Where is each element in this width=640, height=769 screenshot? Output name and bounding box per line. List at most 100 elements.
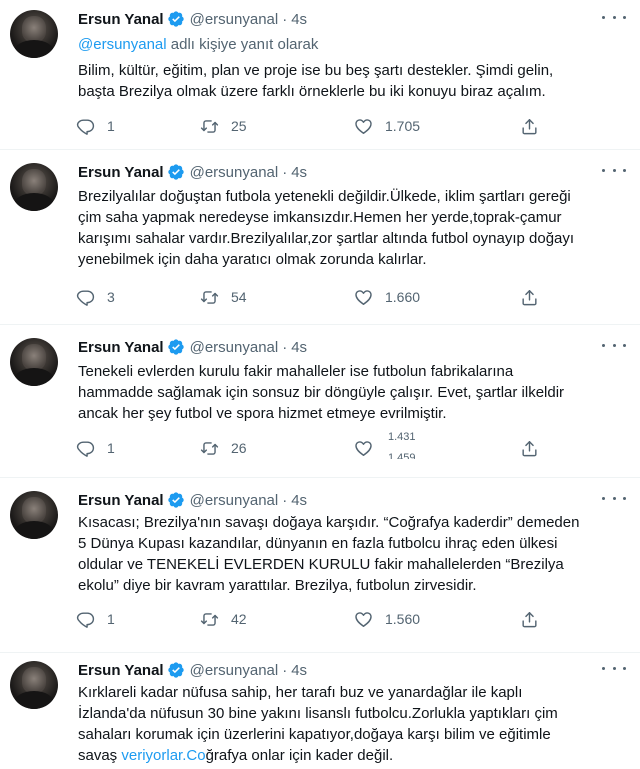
- share-button[interactable]: [520, 115, 551, 137]
- reply-icon: [76, 117, 95, 136]
- tweet-link[interactable]: veriyorlar.Co: [121, 747, 205, 764]
- like-button[interactable]: [354, 437, 385, 459]
- share-icon: [520, 610, 539, 629]
- share-button[interactable]: [520, 286, 551, 308]
- author-handle[interactable]: @ersunyanal: [190, 492, 279, 509]
- separator: ·: [282, 338, 288, 356]
- like-count-animating-top: 1.431: [388, 431, 416, 443]
- author-name[interactable]: Ersun Yanal: [78, 11, 164, 28]
- author-name[interactable]: Ersun Yanal: [78, 339, 164, 356]
- tweet-text-line: Tenekeli evlerden kurulu fakir mahallele…: [78, 363, 514, 380]
- more-options-icon[interactable]: [602, 336, 626, 354]
- tweet-text-line: Kısacası; Brezilya'nın savaşı doğaya kar…: [78, 514, 580, 531]
- tweet-text: Brezilyalılar doğuştan futbola yetenekli…: [78, 186, 633, 270]
- tweet-text-line: ekolu” diye bir kavram yarattılar. Brezi…: [78, 577, 477, 594]
- separator: ·: [282, 661, 288, 679]
- retweet-button[interactable]: 26: [200, 437, 247, 459]
- more-options-icon[interactable]: [602, 659, 626, 677]
- reply-context: @ersunyanal adlı kişiye yanıt olarak: [78, 36, 318, 53]
- author-name[interactable]: Ersun Yanal: [78, 164, 164, 181]
- share-icon: [520, 288, 539, 307]
- share-button[interactable]: [520, 437, 551, 459]
- share-icon: [520, 439, 539, 458]
- tweet-text-line: yenebilmek için daha yaratıcı olmak zoru…: [78, 251, 427, 268]
- author-handle[interactable]: @ersunyanal: [190, 164, 279, 181]
- avatar[interactable]: [10, 661, 58, 709]
- retweet-count: 42: [231, 611, 247, 627]
- author-handle[interactable]: @ersunyanal: [190, 11, 279, 28]
- tweet-text: Kısacası; Brezilya'nın savaşı doğaya kar…: [78, 512, 633, 596]
- tweet[interactable]: Ersun Yanal @ersunyanal · 4s Kırklareli …: [0, 651, 640, 769]
- like-button[interactable]: 1.705: [354, 115, 420, 137]
- retweet-button[interactable]: 54: [200, 286, 247, 308]
- retweet-icon: [200, 288, 219, 307]
- tweet-text-line: Kırklareli kadar nüfusa sahip, her taraf…: [78, 684, 523, 701]
- more-options-icon[interactable]: [602, 161, 626, 179]
- avatar[interactable]: [10, 10, 58, 58]
- share-button[interactable]: [520, 608, 551, 630]
- more-options-icon[interactable]: [602, 8, 626, 26]
- tweet-feed: Ersun Yanal @ersunyanal · 4s @ersunyanal…: [0, 0, 640, 769]
- reply-button[interactable]: 1: [76, 115, 115, 137]
- timestamp[interactable]: 4s: [291, 11, 307, 28]
- avatar[interactable]: [10, 163, 58, 211]
- retweet-icon: [200, 610, 219, 629]
- author-name[interactable]: Ersun Yanal: [78, 492, 164, 509]
- author-handle[interactable]: @ersunyanal: [190, 662, 279, 679]
- tweet-text-segment: savaş: [78, 747, 122, 764]
- separator: ·: [282, 163, 288, 181]
- retweet-count: 25: [231, 118, 247, 134]
- like-count: 1.660: [385, 289, 421, 305]
- like-count-animating-bottom: 1.459: [388, 453, 416, 459]
- tweet-text-line: İzlanda'da nüfusun 30 bine yakını lisans…: [78, 705, 558, 722]
- verified-badge-icon: [167, 338, 185, 356]
- reply-button[interactable]: 3: [76, 286, 115, 308]
- author-handle[interactable]: @ersunyanal: [190, 339, 279, 356]
- avatar[interactable]: [10, 491, 58, 539]
- retweet-icon: [200, 439, 219, 458]
- retweet-button[interactable]: 25: [200, 115, 247, 137]
- tweet[interactable]: Ersun Yanal @ersunyanal · 4s Kısacası; B…: [0, 481, 640, 653]
- retweet-icon: [200, 117, 219, 136]
- tweet-actions: 3 54 1.660: [76, 286, 546, 308]
- reply-context-text: adlı kişiye yanıt olarak: [166, 36, 319, 53]
- reply-count: 3: [107, 289, 115, 305]
- retweet-count: 54: [231, 289, 247, 305]
- separator: ·: [282, 10, 288, 28]
- tweet-header: Ersun Yanal @ersunyanal · 4s: [78, 161, 628, 183]
- tweet-actions: 1 42 1.560: [76, 608, 546, 630]
- tweet-header: Ersun Yanal @ersunyanal · 4s: [78, 336, 628, 358]
- author-name[interactable]: Ersun Yanal: [78, 662, 164, 679]
- more-options-icon[interactable]: [602, 489, 626, 507]
- timestamp[interactable]: 4s: [291, 339, 307, 356]
- separator: ·: [282, 491, 288, 509]
- tweet[interactable]: Ersun Yanal @ersunyanal · 4s @ersunyanal…: [0, 0, 640, 150]
- reply-mention-link[interactable]: @ersunyanal: [78, 36, 167, 53]
- like-count: 1.560: [385, 611, 421, 627]
- reply-count: 1: [107, 440, 115, 456]
- reply-count: 1: [107, 611, 115, 627]
- tweet-text-line: çim saha yapmak neredeyse imkansızdır.He…: [78, 209, 562, 226]
- reply-count: 1: [107, 118, 115, 134]
- tweet-text: Kırklareli kadar nüfusa sahip, her taraf…: [78, 682, 633, 766]
- tweet-text-segment: ğrafya onlar için kader değil.: [205, 747, 394, 764]
- tweet-text: Tenekeli evlerden kurulu fakir mahallele…: [78, 361, 633, 424]
- reply-button[interactable]: 1: [76, 437, 115, 459]
- timestamp[interactable]: 4s: [291, 662, 307, 679]
- avatar[interactable]: [10, 338, 58, 386]
- tweet-text-line: ancak her şey futbol ve spora hizmet etm…: [78, 405, 447, 422]
- tweet-text-line: sahaları korumak için üzerlerini kapatıy…: [78, 726, 551, 743]
- like-button[interactable]: 1.660: [354, 286, 420, 308]
- reply-icon: [76, 288, 95, 307]
- tweet-text-line: karışımı sahalar vardır.Brezilyalılar,zo…: [78, 230, 575, 247]
- timestamp[interactable]: 4s: [291, 492, 307, 509]
- retweet-button[interactable]: 42: [200, 608, 247, 630]
- like-button[interactable]: 1.560: [354, 608, 420, 630]
- tweet-text-line: savaş veriyorlar.Coğrafya onlar için kad…: [78, 745, 633, 766]
- tweet-actions: 1 26 1.431 1.459: [76, 432, 546, 459]
- tweet[interactable]: Ersun Yanal @ersunyanal · 4s Tenekeli ev…: [0, 328, 640, 478]
- timestamp[interactable]: 4s: [291, 164, 307, 181]
- tweet[interactable]: Ersun Yanal @ersunyanal · 4s Brezilyalıl…: [0, 153, 640, 325]
- reply-button[interactable]: 1: [76, 608, 115, 630]
- tweet-text-line: oldular ve TENEKELİ EVLERDEN KURULU faki…: [78, 556, 564, 573]
